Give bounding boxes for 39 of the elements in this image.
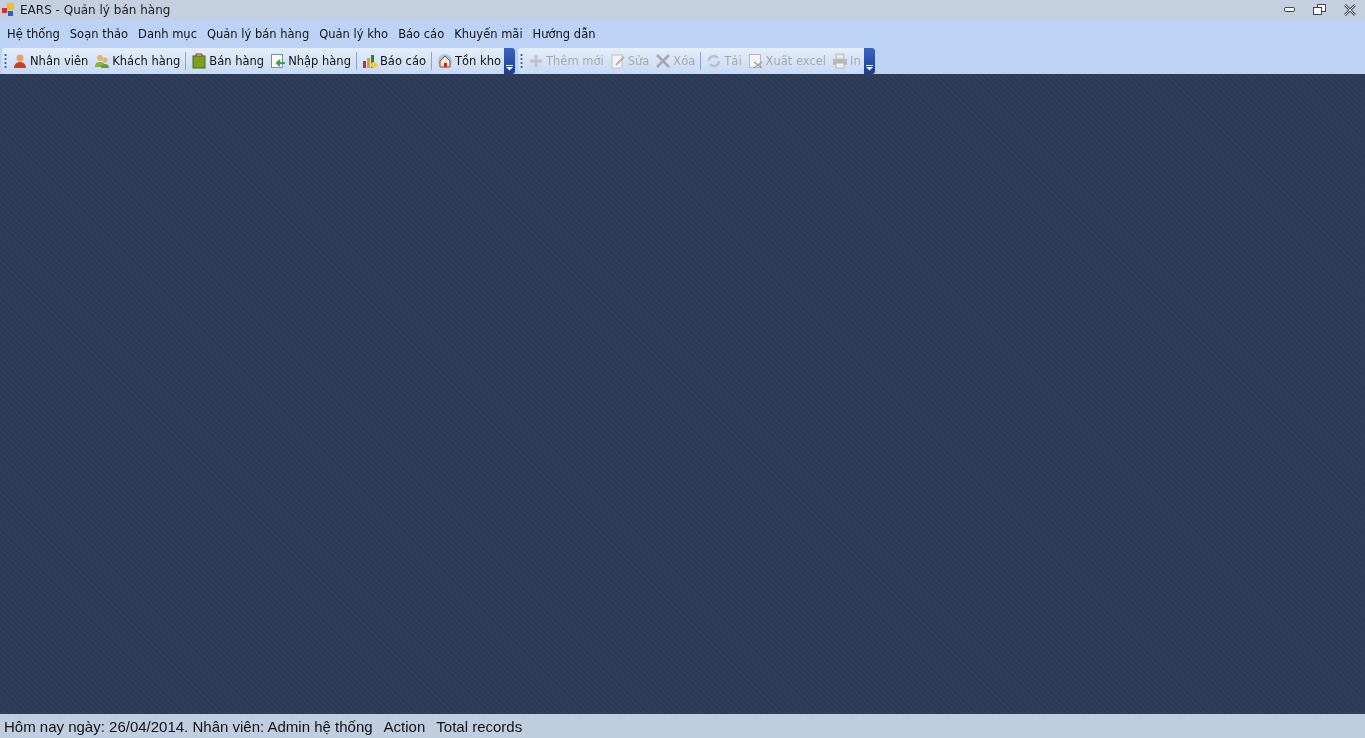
menu-item[interactable]: Hệ thống xyxy=(2,27,65,41)
toolbar-button[interactable]: Nhập hàng xyxy=(267,50,354,72)
close-icon xyxy=(1344,4,1356,16)
refresh-icon xyxy=(706,53,723,69)
window-title: EARS - Quản lý bán hàng xyxy=(20,3,172,17)
overflow-button[interactable] xyxy=(863,48,875,74)
people-icon xyxy=(94,53,111,69)
toolbar-button[interactable]: Tồn kho xyxy=(434,50,504,72)
person-icon xyxy=(12,53,28,69)
menu-item[interactable]: Soạn thảo xyxy=(64,27,134,41)
spreadsheet-icon xyxy=(747,53,764,69)
status-text: Hôm nay ngày: 26/04/2014. Nhân viên: Admin hệ thống xyxy=(4,717,373,735)
toolbar-button[interactable]: Báo cáo xyxy=(358,50,429,72)
menu-item[interactable]: Hướng dẫn xyxy=(527,27,601,41)
menu-item[interactable]: Quản lý kho xyxy=(314,27,394,41)
grip-handle[interactable] xyxy=(4,53,7,69)
toolbar-button[interactable]: Bán hàng xyxy=(188,50,268,72)
grip-handle[interactable] xyxy=(520,53,523,69)
printer-icon xyxy=(832,53,849,69)
minimize-icon xyxy=(1284,7,1296,13)
menu-item[interactable]: Báo cáo xyxy=(393,27,450,41)
restore-icon xyxy=(1313,4,1327,16)
menu-item[interactable]: Khuyến mãi xyxy=(449,27,528,41)
plus-icon xyxy=(528,53,544,69)
caret-icon xyxy=(506,65,513,71)
overflow-button[interactable] xyxy=(504,48,515,74)
house-icon xyxy=(437,53,453,69)
cross-icon xyxy=(655,53,672,69)
caret-icon xyxy=(865,65,873,71)
pencil-page-icon xyxy=(609,53,626,69)
status-text: Total records xyxy=(436,717,523,735)
menu-item[interactable]: Quản lý bán hàng xyxy=(202,27,315,41)
toolbar-button[interactable]: Nhân viên xyxy=(9,50,92,72)
status-text: Action xyxy=(383,717,426,735)
chart-icon xyxy=(361,53,378,69)
app-icon xyxy=(2,3,16,17)
menu-item[interactable]: Danh mục xyxy=(133,27,202,41)
bag-icon xyxy=(191,53,208,69)
toolbar-button[interactable]: Khách hàng xyxy=(91,50,184,72)
